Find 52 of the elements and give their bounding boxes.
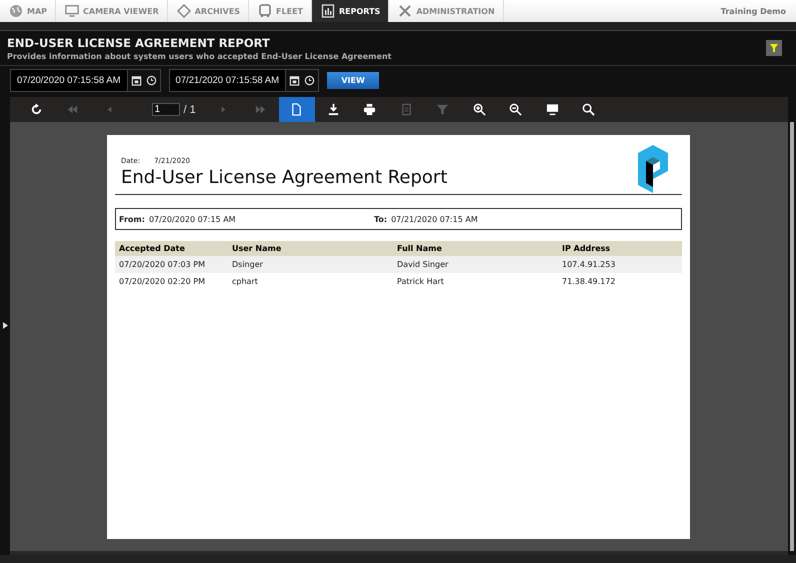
zoom-in-icon <box>472 103 486 116</box>
start-date-field[interactable]: 07/20/2020 07:15:58 AM <box>10 69 161 92</box>
report-title: End-User License Agreement Report <box>121 167 448 188</box>
account-name: Training Demo <box>720 6 787 16</box>
monitor-icon <box>546 103 559 116</box>
table-cell: 07/20/2020 02:20 PM <box>115 273 228 290</box>
table-cell: Patrick Hart <box>393 273 558 290</box>
logo-icon <box>638 145 668 193</box>
page-title: END-USER LICENSE AGREEMENT REPORT <box>7 36 271 50</box>
page-number-field[interactable]: 1 <box>152 103 180 116</box>
filter-button[interactable] <box>766 40 782 56</box>
bar-chart-icon <box>321 4 335 18</box>
table-cell: 71.38.49.172 <box>558 273 682 290</box>
refresh-icon <box>30 103 43 116</box>
calendar-icon[interactable] <box>130 75 142 86</box>
to-label: To: <box>374 214 388 224</box>
printer-icon <box>363 103 376 116</box>
calendar-icon[interactable] <box>289 75 300 86</box>
right-arrow-icon <box>2 322 8 328</box>
table-cell: David Singer <box>393 256 558 273</box>
column-header: Accepted Date <box>115 241 228 256</box>
column-header: IP Address <box>558 241 682 256</box>
document-button[interactable] <box>278 97 316 122</box>
scrollbar[interactable] <box>790 122 794 551</box>
page-count: / 1 <box>184 104 196 116</box>
globe-icon <box>9 4 23 18</box>
double-left-arrow-icon <box>66 103 80 116</box>
page-subtitle: Provides information about system users who accepted End-User License Agreement <box>7 52 392 60</box>
end-date-field[interactable]: 07/21/2020 07:15:58 AM <box>168 69 320 92</box>
zoom-out-icon <box>509 103 522 116</box>
double-right-arrow-icon <box>254 103 267 116</box>
table-cell: Dsinger <box>228 256 393 273</box>
clock-icon[interactable] <box>146 75 157 86</box>
download-icon <box>326 103 340 116</box>
clipboard-icon <box>400 103 413 116</box>
to-date: 07/21/2020 07:15 AM <box>391 214 478 224</box>
diamond-icon <box>176 4 191 18</box>
column-header: Full Name <box>393 241 558 256</box>
view-button[interactable]: VIEW <box>327 72 380 89</box>
column-header: User Name <box>228 241 393 256</box>
search-icon <box>582 103 596 116</box>
monitor-icon <box>65 4 80 18</box>
table-cell: cphart <box>228 273 393 290</box>
table-cell: 107.4.91.253 <box>558 256 682 273</box>
document-icon <box>290 103 304 116</box>
from-label: From: <box>119 214 145 224</box>
filter-icon <box>436 103 450 116</box>
table-cell: 07/20/2020 07:03 PM <box>115 256 228 273</box>
from-date: 07/20/2020 07:15 AM <box>148 214 236 224</box>
filter-icon <box>769 43 779 53</box>
nav-tab[interactable]: REPORTS <box>312 0 390 22</box>
clock-icon[interactable] <box>304 75 316 86</box>
